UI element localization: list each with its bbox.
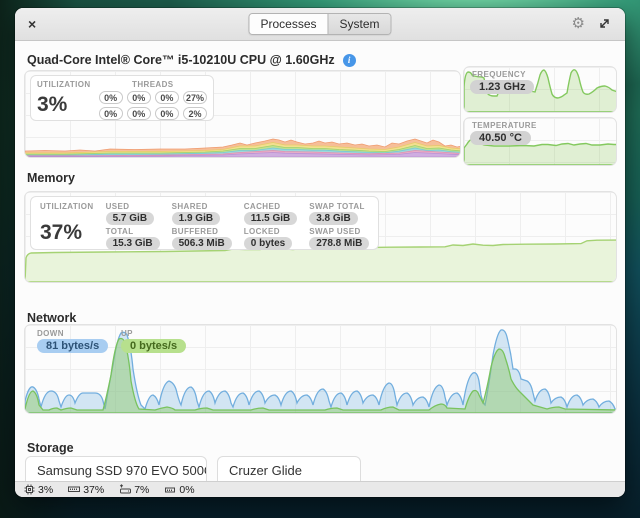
status-storage: 7% bbox=[119, 484, 149, 496]
storage-heading: Storage bbox=[27, 441, 74, 455]
tab-system[interactable]: System bbox=[328, 14, 391, 34]
frequency-label: FREQUENCY bbox=[472, 70, 526, 79]
status-network-value: 0% bbox=[179, 484, 194, 496]
network-heading: Network bbox=[27, 311, 76, 325]
settings-gear-icon[interactable]: ⚙ bbox=[572, 15, 585, 33]
stat-value-badge: 278.8 MiB bbox=[309, 237, 369, 250]
stat-label: SWAP TOTAL bbox=[309, 202, 369, 211]
network-down-group: DOWN 81 bytes/s bbox=[37, 329, 108, 353]
desktop-wallpaper: × Processes System ⚙ Quad-Core Intel® Co… bbox=[0, 0, 640, 518]
stat-value-badge: 3.8 GiB bbox=[309, 212, 357, 225]
cpu-icon bbox=[24, 484, 35, 495]
cpu-utilization-label: UTILIZATION bbox=[37, 80, 91, 89]
memory-heading: Memory bbox=[27, 171, 75, 185]
cpu-thread-grid: 0% 0% 0% 27% 0% 0% 0% 2% bbox=[99, 91, 207, 120]
stat-value-badge: 506.3 MiB bbox=[172, 237, 232, 250]
info-icon[interactable]: i bbox=[343, 54, 356, 67]
up-value-badge: 0 bytes/s bbox=[121, 339, 186, 353]
thread-usage-badge: 0% bbox=[127, 107, 151, 120]
status-cpu-value: 3% bbox=[38, 484, 53, 496]
cpu-utilization-panel: UTILIZATION 3% THREADS 0% 0% 0% 27% 0% 0… bbox=[30, 75, 214, 121]
thread-usage-badge: 0% bbox=[127, 91, 151, 104]
status-memory: 37% bbox=[68, 484, 104, 496]
stat-label: CACHED bbox=[244, 202, 297, 211]
thread-usage-badge: 0% bbox=[99, 107, 123, 120]
stat-label: USED bbox=[106, 202, 160, 211]
down-value-badge: 81 bytes/s bbox=[37, 339, 108, 353]
fullscreen-expand-icon[interactable] bbox=[598, 17, 611, 35]
network-icon bbox=[164, 484, 176, 495]
network-history-chart: DOWN 81 bytes/s UP 0 bytes/s bbox=[24, 324, 617, 414]
cpu-utilization-value: 3% bbox=[37, 94, 91, 116]
memory-icon bbox=[68, 484, 80, 495]
system-monitor-window: × Processes System ⚙ Quad-Core Intel® Co… bbox=[15, 8, 625, 497]
cpu-history-chart: UTILIZATION 3% THREADS 0% 0% 0% 27% 0% 0… bbox=[24, 70, 461, 158]
stat-label: SHARED bbox=[172, 202, 232, 211]
memory-history-chart: UTILIZATION 37% USED5.7 GiB SHARED1.9 Gi… bbox=[24, 191, 617, 283]
stat-label: BUFFERED bbox=[172, 227, 232, 236]
up-label: UP bbox=[121, 329, 186, 338]
status-memory-value: 37% bbox=[83, 484, 104, 496]
stat-value-badge: 11.5 GiB bbox=[244, 212, 297, 225]
cpu-frequency-chart: FREQUENCY 1.23 GHz bbox=[463, 66, 617, 113]
cpu-title-row: Quad-Core Intel® Core™ i5-10210U CPU @ 1… bbox=[27, 53, 356, 67]
stat-label: LOCKED bbox=[244, 227, 297, 236]
status-network: 0% bbox=[164, 484, 194, 496]
cpu-model-title: Quad-Core Intel® Core™ i5-10210U CPU @ 1… bbox=[27, 53, 335, 67]
stat-value-badge: 5.7 GiB bbox=[106, 212, 154, 225]
stat-value-badge: 15.3 GiB bbox=[106, 237, 160, 250]
thread-usage-badge: 27% bbox=[183, 91, 207, 104]
thread-usage-badge: 0% bbox=[99, 91, 123, 104]
storage-icon bbox=[119, 484, 131, 495]
frequency-value-badge: 1.23 GHz bbox=[470, 80, 534, 94]
cpu-threads-label: THREADS bbox=[132, 80, 173, 89]
header-bar: × Processes System ⚙ bbox=[15, 8, 625, 41]
stat-value-badge: 1.9 GiB bbox=[172, 212, 220, 225]
stat-label: SWAP USED bbox=[309, 227, 369, 236]
temperature-value-badge: 40.50 °C bbox=[470, 131, 531, 145]
network-up-group: UP 0 bytes/s bbox=[121, 329, 186, 353]
thread-usage-badge: 2% bbox=[183, 107, 207, 120]
tab-processes[interactable]: Processes bbox=[249, 14, 327, 34]
network-area-chart bbox=[25, 325, 617, 413]
down-label: DOWN bbox=[37, 329, 108, 338]
status-cpu: 3% bbox=[24, 484, 53, 496]
temperature-label: TEMPERATURE bbox=[472, 121, 537, 130]
status-storage-value: 7% bbox=[134, 484, 149, 496]
status-bar: 3% 37% 7% 0% bbox=[15, 481, 625, 497]
view-switcher: Processes System bbox=[248, 13, 391, 35]
thread-usage-badge: 0% bbox=[155, 107, 179, 120]
cpu-temperature-chart: TEMPERATURE 40.50 °C bbox=[463, 117, 617, 166]
memory-stats-grid: USED5.7 GiB SHARED1.9 GiB CACHED11.5 GiB… bbox=[106, 202, 370, 244]
memory-utilization-value: 37% bbox=[40, 222, 94, 244]
memory-utilization-label: UTILIZATION bbox=[40, 202, 94, 211]
thread-usage-badge: 0% bbox=[155, 91, 179, 104]
close-button[interactable]: × bbox=[28, 16, 36, 32]
stat-label: TOTAL bbox=[106, 227, 160, 236]
memory-stats-panel: UTILIZATION 37% USED5.7 GiB SHARED1.9 Gi… bbox=[30, 196, 379, 250]
stat-value-badge: 0 bytes bbox=[244, 237, 292, 250]
